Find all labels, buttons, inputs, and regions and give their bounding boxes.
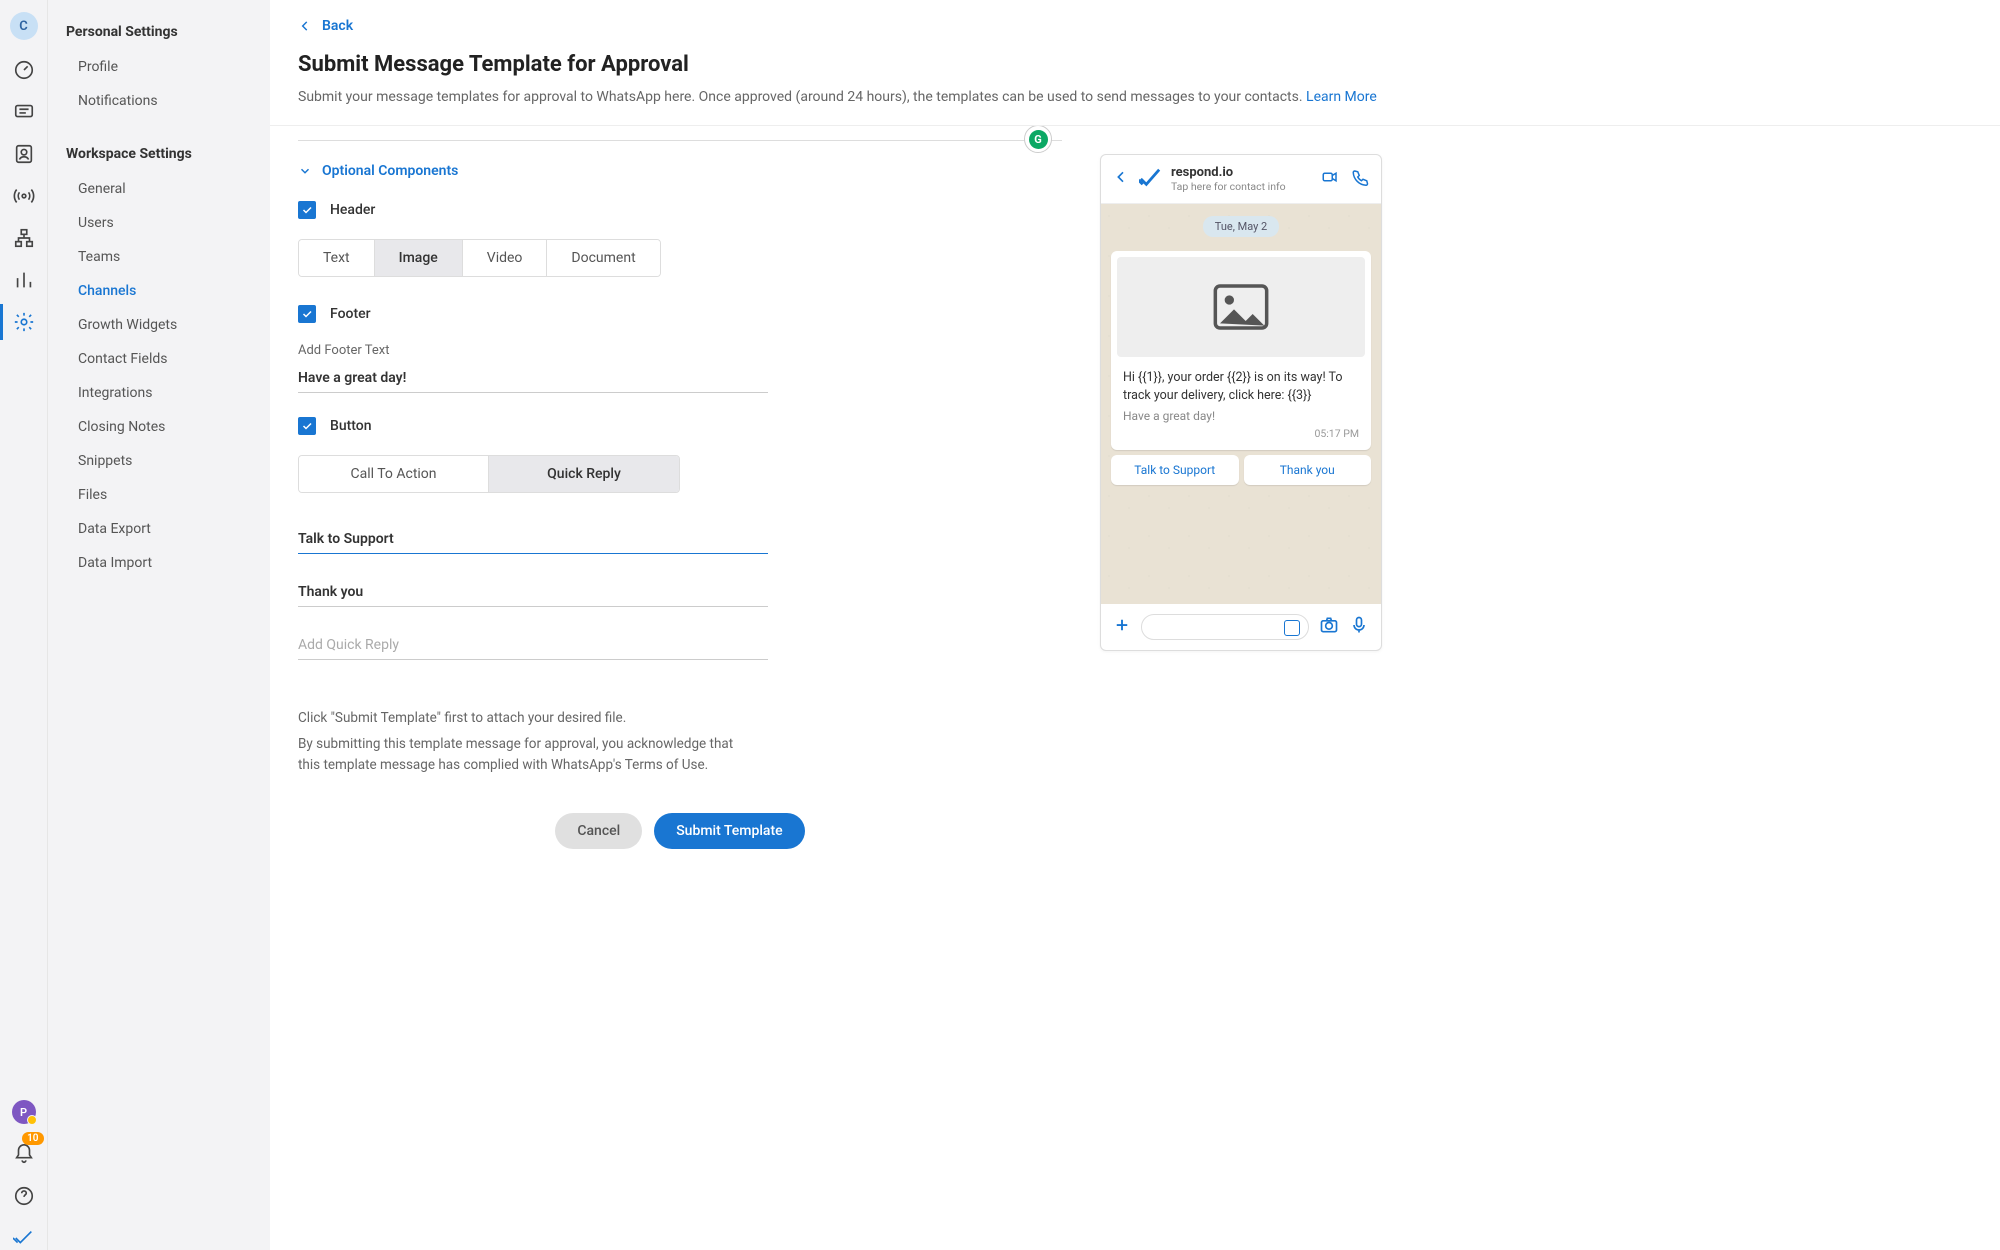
terms-helper: By submitting this template message for …	[298, 734, 738, 777]
messages-icon[interactable]	[12, 100, 36, 124]
header-type-image[interactable]: Image	[375, 240, 463, 276]
sidebar-item-teams[interactable]: Teams	[48, 240, 270, 274]
header-type-video[interactable]: Video	[463, 240, 548, 276]
back-button[interactable]: Back	[298, 18, 353, 34]
phone-mic-icon	[1349, 615, 1369, 639]
reports-icon[interactable]	[12, 268, 36, 292]
sidebar-item-closing-notes[interactable]: Closing Notes	[48, 410, 270, 444]
sidebar-item-data-export[interactable]: Data Export	[48, 512, 270, 546]
notifications-icon[interactable]: 10	[12, 1142, 36, 1166]
cancel-button[interactable]: Cancel	[555, 813, 642, 849]
header-type-segmented: Text Image Video Document	[298, 239, 661, 277]
message-button-1: Talk to Support	[1111, 455, 1239, 485]
quick-reply-2-input[interactable]	[298, 578, 768, 607]
footer-checkbox-label: Footer	[330, 306, 371, 322]
button-type-quick-reply[interactable]: Quick Reply	[489, 456, 679, 492]
chevron-down-icon	[298, 164, 312, 178]
sidebar-item-growth-widgets[interactable]: Growth Widgets	[48, 308, 270, 342]
message-footer-text: Have a great day!	[1117, 407, 1365, 427]
phone-plus-icon	[1113, 616, 1131, 638]
workflows-icon[interactable]	[12, 226, 36, 250]
sidebar-item-users[interactable]: Users	[48, 206, 270, 240]
button-type-cta[interactable]: Call To Action	[299, 456, 489, 492]
quick-reply-1-input[interactable]	[298, 525, 768, 554]
header-type-document[interactable]: Document	[547, 240, 659, 276]
attach-file-helper: Click "Submit Template" first to attach …	[298, 708, 738, 730]
message-timestamp: 05:17 PM	[1117, 427, 1365, 444]
page-title: Submit Message Template for Approval	[298, 52, 1972, 77]
phone-contact-logo	[1139, 166, 1161, 192]
learn-more-link[interactable]: Learn More	[1306, 89, 1377, 105]
page-description: Submit your message templates for approv…	[298, 89, 1972, 105]
phone-contact-name: respond.io	[1171, 165, 1286, 180]
submit-template-button[interactable]: Submit Template	[654, 813, 804, 849]
header-type-text[interactable]: Text	[299, 240, 375, 276]
brand-logo-icon	[12, 1226, 36, 1250]
phone-input-row	[1101, 604, 1381, 650]
form-column: G Optional Components Header Text Image …	[270, 126, 1090, 1250]
broadcast-icon[interactable]	[12, 184, 36, 208]
phone-text-input	[1141, 614, 1309, 640]
message-body-text: Hi {{1}}, your order {{2}} is on its way…	[1117, 365, 1365, 407]
footer-text-input[interactable]	[298, 364, 768, 393]
phone-call-icon	[1351, 168, 1369, 190]
footer-checkbox[interactable]	[298, 305, 316, 323]
dashboard-icon[interactable]	[12, 58, 36, 82]
chevron-left-icon	[298, 19, 312, 33]
settings-sidebar: Personal Settings Profile Notifications …	[48, 0, 270, 1250]
button-type-segmented: Call To Action Quick Reply	[298, 455, 680, 493]
phone-contact-sub: Tap here for contact info	[1171, 180, 1286, 193]
header-checkbox-label: Header	[330, 202, 375, 218]
notification-badge: 10	[22, 1132, 43, 1145]
section-divider: G	[298, 140, 1062, 141]
settings-icon[interactable]	[12, 310, 36, 334]
sidebar-item-contact-fields[interactable]: Contact Fields	[48, 342, 270, 376]
message-button-2: Thank you	[1244, 455, 1372, 485]
phone-back-icon	[1113, 169, 1129, 189]
workspace-settings-title: Workspace Settings	[48, 140, 270, 172]
header-checkbox[interactable]	[298, 201, 316, 219]
grammarly-badge[interactable]: G	[1024, 126, 1052, 153]
sidebar-item-channels[interactable]: Channels	[48, 274, 270, 308]
sidebar-item-general[interactable]: General	[48, 172, 270, 206]
preview-column: respond.io Tap here for contact info Tue…	[1090, 126, 1410, 1250]
icon-rail: C P 10	[0, 0, 48, 1250]
personal-settings-title: Personal Settings	[48, 18, 270, 50]
contacts-icon[interactable]	[12, 142, 36, 166]
message-card: Hi {{1}}, your order {{2}} is on its way…	[1111, 251, 1371, 450]
help-icon[interactable]	[12, 1184, 36, 1208]
workspace-avatar[interactable]: C	[10, 12, 38, 40]
user-avatar[interactable]: P	[12, 1100, 36, 1124]
footer-text-label: Add Footer Text	[298, 343, 1062, 358]
button-checkbox-label: Button	[330, 418, 372, 434]
phone-video-icon	[1321, 168, 1339, 190]
quick-reply-add-input[interactable]	[298, 631, 768, 660]
sidebar-item-integrations[interactable]: Integrations	[48, 376, 270, 410]
optional-components-toggle[interactable]: Optional Components	[298, 163, 1062, 179]
back-label: Back	[322, 18, 353, 34]
message-image-placeholder	[1117, 257, 1365, 357]
sidebar-item-snippets[interactable]: Snippets	[48, 444, 270, 478]
phone-date-chip: Tue, May 2	[1203, 216, 1279, 237]
button-checkbox[interactable]	[298, 417, 316, 435]
sidebar-item-notifications[interactable]: Notifications	[48, 84, 270, 118]
phone-camera-icon	[1319, 615, 1339, 639]
sidebar-item-files[interactable]: Files	[48, 478, 270, 512]
sidebar-item-data-import[interactable]: Data Import	[48, 546, 270, 580]
phone-chat-body: Tue, May 2 Hi {{1}}, your order {{2}} is…	[1101, 204, 1381, 604]
page-header: Back Submit Message Template for Approva…	[270, 0, 2000, 126]
phone-header: respond.io Tap here for contact info	[1101, 155, 1381, 204]
sidebar-item-profile[interactable]: Profile	[48, 50, 270, 84]
phone-preview: respond.io Tap here for contact info Tue…	[1100, 154, 1382, 651]
